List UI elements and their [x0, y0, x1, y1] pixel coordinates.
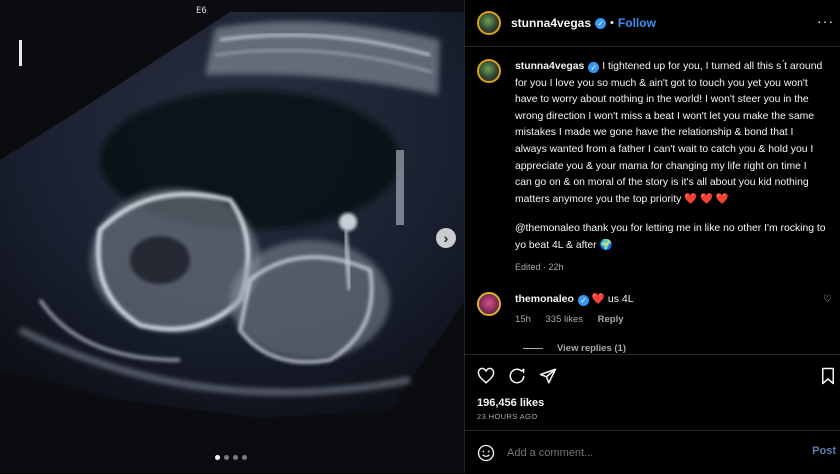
caption-body: I tightened up for you, I turned all thi…	[515, 61, 823, 205]
heart-emoji: ❤️	[591, 293, 605, 306]
hearts-emoji: ❤️ ❤️ ❤️	[684, 193, 729, 205]
comment-meta: 15h 335 likes Reply	[515, 312, 636, 327]
avatar[interactable]	[477, 11, 501, 35]
share-icon[interactable]	[539, 367, 557, 385]
comment-username[interactable]: themonaleo	[515, 293, 574, 305]
comment-body: us 4L	[607, 293, 634, 306]
view-replies-button[interactable]: View replies (1)	[523, 343, 826, 354]
view-replies-label: View replies (1)	[557, 343, 626, 355]
reply-button[interactable]: Reply	[598, 314, 624, 325]
caption-text: stunna4vegas ✓ I tightened up for you, I …	[515, 59, 826, 275]
separator: •	[610, 17, 614, 29]
next-slide-button[interactable]: ›	[436, 228, 456, 248]
verified-icon: ✓	[577, 295, 589, 307]
carousel-dot	[242, 455, 247, 460]
scale-marker	[19, 40, 22, 66]
caption-mention-para: @themonaleo thank you for letting me in …	[515, 223, 826, 251]
heart-icon[interactable]	[477, 367, 495, 385]
comment-time: 15h	[515, 314, 531, 326]
ultrasound-label: E6	[196, 6, 207, 16]
verified-icon: ✓	[588, 62, 600, 73]
likes-count[interactable]: 196,456 likes	[477, 397, 544, 409]
chevron-right-icon: ›	[443, 230, 449, 246]
carousel-dot	[224, 455, 229, 460]
post-header: stunna4vegas ✓ • Follow ···	[465, 0, 840, 47]
post-media[interactable]: E6 ›	[0, 0, 464, 473]
post-button[interactable]: Post	[812, 445, 836, 457]
comment-content: themonaleo ✓ ❤️ us 4L 15h 335 likes Reply	[515, 292, 636, 327]
carousel-dot	[215, 455, 220, 460]
comment-like-icon[interactable]: ♡	[823, 294, 832, 305]
comment-likes[interactable]: 335 likes	[546, 314, 584, 325]
verified-icon: ✓	[595, 17, 607, 29]
carousel-dot	[233, 455, 238, 460]
caption-avatar[interactable]	[477, 59, 501, 83]
post-body: stunna4vegas ✓ I tightened up for you, I …	[465, 47, 840, 367]
comment: themonaleo ✓ ❤️ us 4L 15h 335 likes Reply…	[477, 292, 832, 327]
header-username[interactable]: stunna4vegas	[511, 16, 591, 30]
comment-icon[interactable]	[508, 367, 526, 385]
ultrasound-image	[0, 0, 464, 473]
replies-line	[523, 348, 543, 350]
caption-meta: Edited · 22h	[515, 261, 564, 272]
add-comment-bar: Post	[465, 430, 840, 474]
comment-avatar[interactable]	[477, 292, 501, 317]
follow-button[interactable]: Follow	[618, 16, 656, 30]
post-panel: stunna4vegas ✓ • Follow ··· stunna4vegas…	[464, 0, 840, 473]
more-options-icon[interactable]: ···	[817, 13, 834, 29]
action-bar	[465, 354, 840, 395]
caption: stunna4vegas ✓ I tightened up for you, I …	[477, 59, 826, 275]
bookmark-icon[interactable]	[820, 367, 836, 385]
carousel-dots	[215, 455, 247, 460]
caption-username[interactable]: stunna4vegas	[515, 61, 584, 72]
emoji-icon[interactable]	[477, 444, 495, 462]
post-time: 23 HOURS AGO	[477, 412, 538, 421]
comment-input[interactable]	[507, 446, 777, 459]
